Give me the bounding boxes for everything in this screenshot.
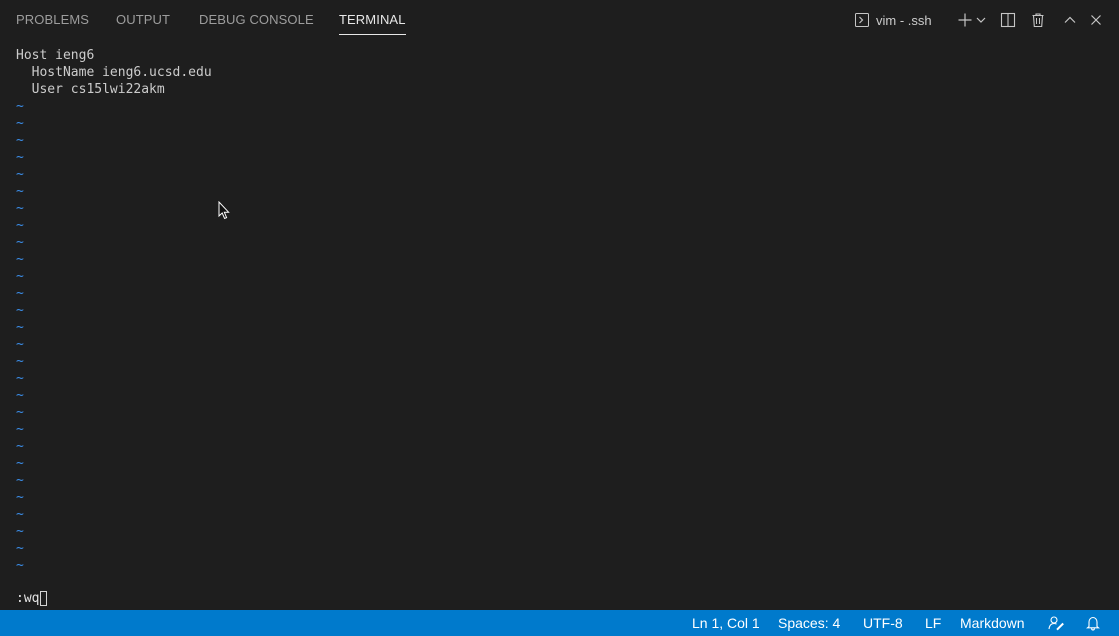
vim-tilde-line: ~ (16, 422, 24, 437)
chevron-up-icon[interactable] (1061, 10, 1079, 30)
tab-problems[interactable]: PROBLEMS (16, 12, 89, 34)
vim-tilde-line: ~ (16, 320, 24, 335)
vim-tilde-line: ~ (16, 167, 24, 182)
tab-output[interactable]: OUTPUT (116, 12, 170, 34)
terminal-selector[interactable]: vim - .ssh (854, 10, 944, 30)
bell-icon[interactable] (1085, 615, 1101, 634)
vim-tilde-line: ~ (16, 439, 24, 454)
terminal-output[interactable]: Host ieng6 HostName ieng6.ucsd.edu User … (16, 47, 1106, 574)
chevron-down-icon[interactable] (974, 10, 988, 30)
vim-tilde-line: ~ (16, 218, 24, 233)
vim-tilde-line: ~ (16, 558, 24, 573)
terminal-line: Host ieng6 (16, 48, 95, 63)
vim-tilde-line: ~ (16, 371, 24, 386)
terminal-line: User cs15lwi22akm (16, 82, 165, 97)
status-encoding[interactable]: UTF-8 (863, 615, 903, 631)
vim-tilde-line: ~ (16, 269, 24, 284)
tab-terminal[interactable]: TERMINAL (339, 12, 406, 35)
vim-tilde-line: ~ (16, 354, 24, 369)
terminal-line: HostName ieng6.ucsd.edu (16, 65, 212, 80)
terminal-panel: PROBLEMS OUTPUT DEBUG CONSOLE TERMINAL v… (0, 0, 1119, 636)
split-editor-icon[interactable] (999, 10, 1017, 30)
vim-tilde-line: ~ (16, 405, 24, 420)
vim-tilde-line: ~ (16, 507, 24, 522)
vim-tilde-line: ~ (16, 337, 24, 352)
mouse-pointer-icon (218, 200, 230, 225)
vim-tilde-line: ~ (16, 286, 24, 301)
trash-icon[interactable] (1029, 10, 1047, 30)
terminal-selector-label: vim - .ssh (876, 12, 932, 28)
vim-tilde-line: ~ (16, 150, 24, 165)
vim-tilde-line: ~ (16, 524, 24, 539)
vim-tilde-line: ~ (16, 235, 24, 250)
tab-debug-console[interactable]: DEBUG CONSOLE (199, 12, 314, 34)
panel-tab-bar: PROBLEMS OUTPUT DEBUG CONSOLE TERMINAL v… (0, 0, 1119, 40)
vim-tilde-line: ~ (16, 201, 24, 216)
vim-command-text: :wq (16, 591, 40, 606)
vim-tilde-line: ~ (16, 116, 24, 131)
status-indentation[interactable]: Spaces: 4 (778, 615, 840, 631)
status-bar: Ln 1, Col 1 Spaces: 4 UTF-8 LF Markdown (0, 610, 1119, 636)
close-icon[interactable] (1087, 10, 1105, 30)
terminal-icon (854, 12, 870, 28)
vim-empty-lines: ~ ~ ~ ~ ~ ~ ~ ~ ~ ~ ~ ~ ~ ~ ~ ~ ~ ~ ~ ~ ~ ~ ~ ~ ~ ~ ~ ~ (16, 98, 1106, 574)
status-eol[interactable]: LF (925, 615, 941, 631)
vim-command-line[interactable]: :wq (16, 590, 48, 607)
vim-tilde-line: ~ (16, 252, 24, 267)
status-language-mode[interactable]: Markdown (960, 615, 1025, 631)
vim-tilde-line: ~ (16, 490, 24, 505)
vim-tilde-line: ~ (16, 456, 24, 471)
feedback-icon[interactable] (1048, 615, 1064, 634)
vim-tilde-line: ~ (16, 99, 24, 114)
vim-tilde-line: ~ (16, 184, 24, 199)
vim-tilde-line: ~ (16, 541, 24, 556)
status-cursor-position[interactable]: Ln 1, Col 1 (692, 615, 760, 631)
terminal-cursor (40, 591, 48, 606)
vim-tilde-line: ~ (16, 388, 24, 403)
vim-tilde-line: ~ (16, 133, 24, 148)
plus-icon[interactable] (956, 10, 974, 30)
vim-tilde-line: ~ (16, 303, 24, 318)
vim-tilde-line: ~ (16, 473, 24, 488)
